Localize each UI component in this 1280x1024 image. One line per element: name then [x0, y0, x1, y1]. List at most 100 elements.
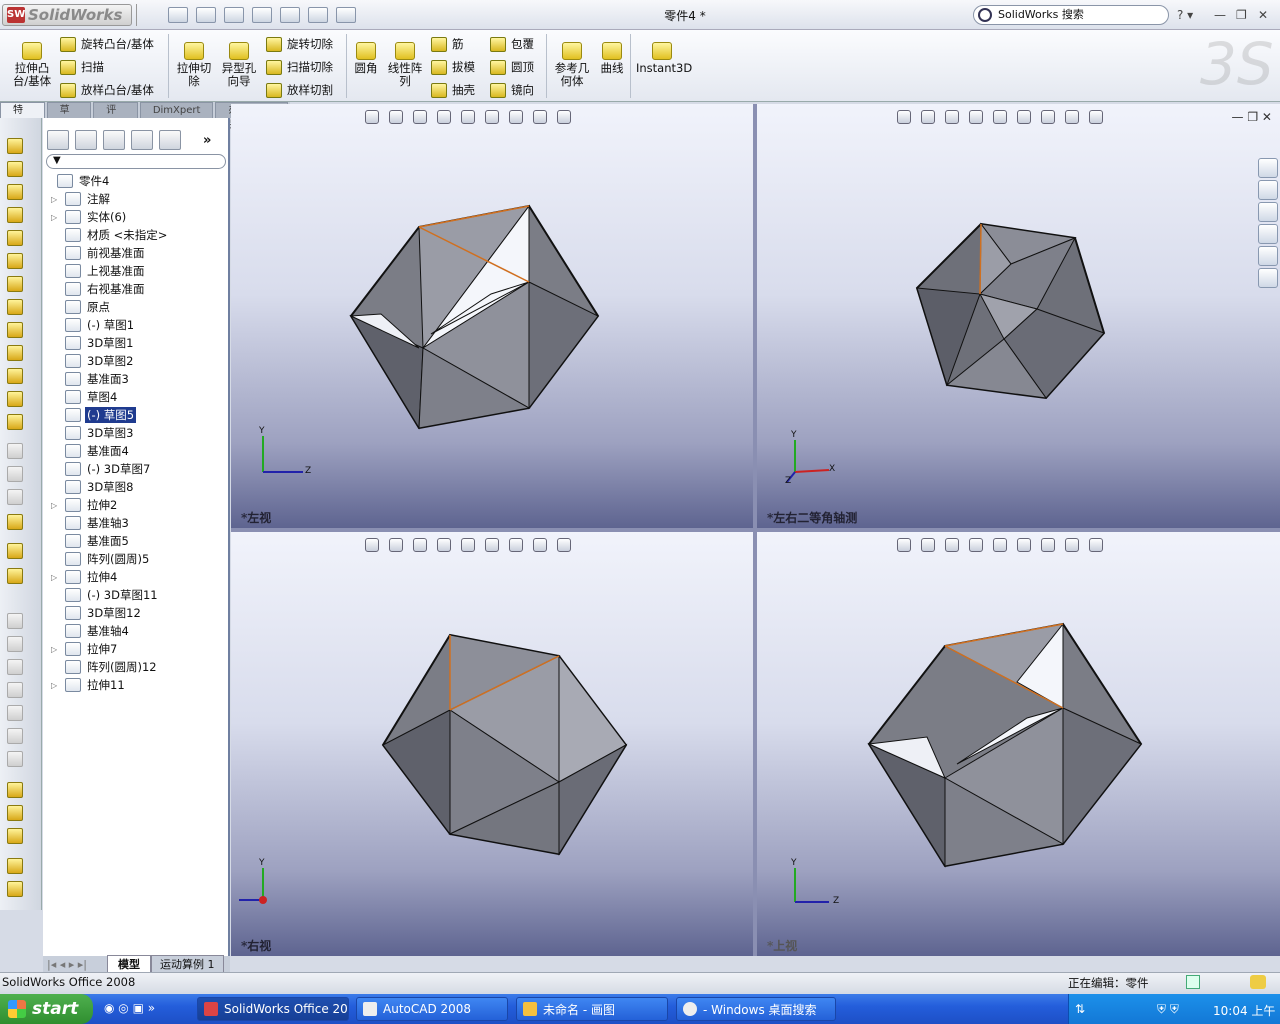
bottom-view-icon[interactable] — [7, 728, 23, 744]
tab-motion-study[interactable]: 运动算例 1 — [151, 955, 224, 973]
security-icon[interactable]: ⛨ ⛨ — [1157, 1002, 1179, 1017]
tree-item[interactable]: 原点 — [43, 298, 230, 316]
view-palette-icon[interactable] — [1258, 246, 1278, 266]
isometric-view-icon[interactable] — [7, 751, 23, 767]
expand-arrow-icon[interactable]: ▷ — [51, 195, 61, 204]
feature-tree-tab-icon[interactable] — [47, 130, 69, 150]
revolve-icon[interactable] — [7, 161, 23, 177]
tree-item[interactable]: ▷ 注解 — [43, 190, 230, 208]
tree-item[interactable]: 基准轴3 — [43, 514, 230, 532]
sketch-icon[interactable] — [7, 782, 23, 798]
tree-item[interactable]: ▷ 实体(6) — [43, 208, 230, 226]
search-input[interactable]: SolidWorks 搜索 — [973, 5, 1169, 25]
feature-icon[interactable] — [7, 858, 23, 874]
tab-scroll-arrows[interactable]: |◂ ◂ ▸ ▸| — [43, 958, 107, 971]
linear-pattern-button[interactable]: 线性阵 列 — [384, 42, 426, 88]
quick-launch-icons[interactable]: ◉ ◎ ▣ » — [104, 1001, 155, 1015]
save-icon[interactable] — [224, 7, 244, 23]
tree-item[interactable]: 零件4 — [43, 172, 230, 190]
design-library-icon[interactable] — [1258, 180, 1278, 200]
tree-item[interactable]: ▷ 拉伸11 — [43, 676, 230, 694]
configuration-manager-tab-icon[interactable] — [103, 130, 125, 150]
viewport-bottom-left[interactable]: Y *右视 — [231, 532, 753, 956]
tree-item[interactable]: (-) 草图1 — [43, 316, 230, 334]
tree-item[interactable]: 前视基准面 — [43, 244, 230, 262]
hole-wizard-button[interactable]: 异型孔 向导 — [218, 42, 260, 88]
tree-item[interactable]: 基准轴4 — [43, 622, 230, 640]
sweep-icon[interactable] — [7, 184, 23, 200]
search-results-icon[interactable] — [1258, 224, 1278, 244]
wrap-button[interactable]: 包覆 — [490, 36, 534, 52]
tags-icon[interactable] — [1250, 975, 1266, 989]
extrude-icon[interactable] — [7, 138, 23, 154]
front-view-icon[interactable] — [7, 613, 23, 629]
viewport-top-left[interactable]: Y Z *左视 — [231, 104, 753, 528]
tab-evaluate[interactable]: 评估 — [93, 102, 138, 131]
tree-item[interactable]: 3D草图3 — [43, 424, 230, 442]
property-manager-tab-icon[interactable] — [75, 130, 97, 150]
tree-item[interactable]: 上视基准面 — [43, 262, 230, 280]
expand-arrow-icon[interactable]: ▷ — [51, 213, 61, 222]
open-icon[interactable] — [196, 7, 216, 23]
tab-model[interactable]: 模型 — [107, 955, 151, 973]
menu-flyout-arrow[interactable] — [136, 4, 144, 26]
smart-dimension-icon[interactable] — [7, 805, 23, 821]
start-button[interactable]: start — [0, 994, 93, 1024]
feature-icon[interactable] — [7, 881, 23, 897]
tree-item[interactable]: 3D草图8 — [43, 478, 230, 496]
viewport-bottom-right[interactable]: Y Z *上视 — [757, 532, 1280, 956]
task-desktop-search[interactable]: - Windows 桌面搜索 — [676, 997, 836, 1021]
draft-button[interactable]: 拔模 — [431, 59, 475, 75]
help-status-icon[interactable] — [1186, 975, 1200, 989]
network-icon[interactable]: ⇅ — [1075, 1002, 1085, 1016]
rib-icon[interactable] — [7, 414, 23, 430]
extrude-boss-button[interactable]: 拉伸凸 台/基体 — [10, 42, 54, 88]
reference-geometry-button[interactable]: 参考几 何体 — [552, 42, 592, 88]
tree-item[interactable]: ▷ 拉伸2 — [43, 496, 230, 514]
print-icon[interactable] — [252, 7, 272, 23]
cut-icon[interactable] — [7, 299, 23, 315]
home-icon[interactable] — [1258, 158, 1278, 178]
tree-item[interactable]: 阵列(圆周)12 — [43, 658, 230, 676]
expand-arrow-icon[interactable]: ▷ — [51, 573, 61, 582]
task-autocad[interactable]: AutoCAD 2008 — [356, 997, 508, 1021]
minimize-button[interactable]: — — [1214, 8, 1226, 22]
boundary-icon[interactable] — [7, 253, 23, 269]
viewport-top-right[interactable]: — ❐ ✕ Y X Z *左右二等角轴测 — [757, 104, 1280, 528]
feature-tree-filter-input[interactable]: ▼ — [46, 154, 226, 169]
expand-arrow-icon[interactable]: ▷ — [51, 501, 61, 510]
file-explorer-icon[interactable] — [1258, 202, 1278, 222]
curves-button[interactable]: 曲线 — [596, 42, 628, 75]
sweep-button[interactable]: 扫描 — [60, 59, 104, 75]
undo-icon[interactable] — [280, 7, 300, 23]
close-button[interactable]: ✕ — [1258, 8, 1268, 22]
relations-icon[interactable] — [7, 828, 23, 844]
task-paint[interactable]: 未命名 - 画图 — [516, 997, 668, 1021]
tree-item[interactable]: 材质 <未指定> — [43, 226, 230, 244]
rib-button[interactable]: 筋 — [431, 36, 464, 52]
dimxpert-manager-tab-icon[interactable] — [131, 130, 153, 150]
display-manager-tab-icon[interactable] — [159, 130, 181, 150]
tree-item[interactable]: 草图4 — [43, 388, 230, 406]
new-document-icon[interactable] — [168, 7, 188, 23]
tree-item[interactable]: (-) 草图5 — [43, 406, 230, 424]
expand-arrow-icon[interactable]: ▷ — [51, 645, 61, 654]
loft-cut-button[interactable]: 放样切割 — [266, 82, 333, 98]
task-solidworks[interactable]: SolidWorks Office 200... — [197, 997, 349, 1021]
reference-geometry-icon[interactable] — [7, 543, 23, 559]
mirror-button[interactable]: 镜向 — [490, 82, 534, 98]
rebuild-icon[interactable] — [308, 7, 328, 23]
top-view-icon[interactable] — [7, 705, 23, 721]
chamfer-icon[interactable] — [7, 368, 23, 384]
instant3d-button[interactable]: Instant3D — [636, 42, 692, 75]
tree-item[interactable]: 基准面4 — [43, 442, 230, 460]
appearances-icon[interactable] — [1258, 268, 1278, 288]
fillet-icon[interactable] — [7, 345, 23, 361]
tree-item[interactable]: ▷ 拉伸7 — [43, 640, 230, 658]
curves-icon[interactable] — [7, 568, 23, 584]
plane-icon[interactable] — [7, 276, 23, 292]
tree-item[interactable]: (-) 3D草图11 — [43, 586, 230, 604]
tree-item[interactable]: 基准面5 — [43, 532, 230, 550]
shell-button[interactable]: 抽壳 — [431, 82, 475, 98]
tab-features[interactable]: 特征 — [0, 102, 45, 131]
